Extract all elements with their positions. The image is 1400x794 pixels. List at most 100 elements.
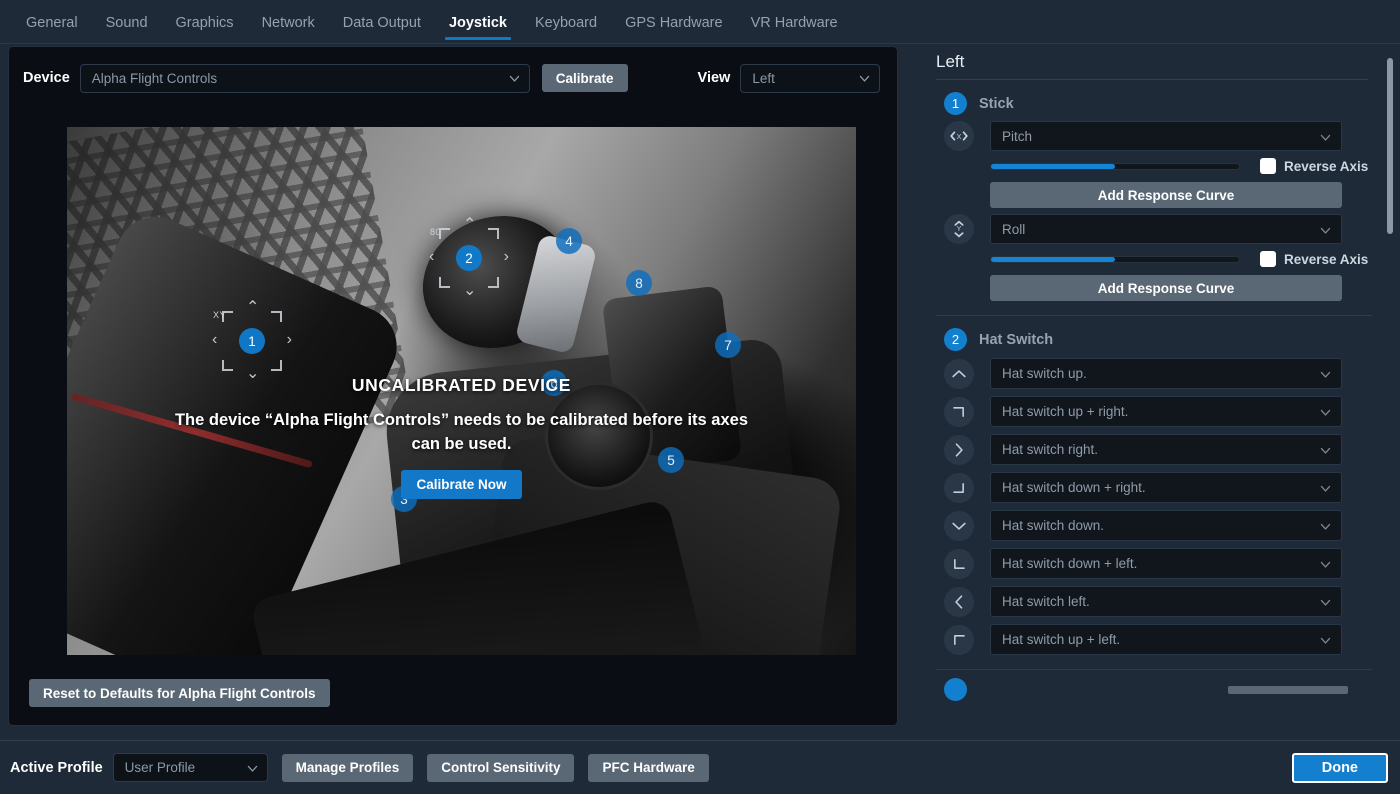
reset-to-defaults-button[interactable]: Reset to Defaults for Alpha Flight Contr… [29, 679, 330, 707]
chevron-down-icon [1319, 444, 1332, 457]
photo-marker-4[interactable]: 4 [556, 228, 582, 254]
hat-binding-row: Hat switch down + right. [944, 472, 1400, 503]
photo-marker-8[interactable]: 8 [626, 270, 652, 296]
panel-scrollbar[interactable] [1387, 58, 1393, 718]
tab-data-output[interactable]: Data Output [329, 15, 435, 43]
tab-network[interactable]: Network [248, 15, 329, 43]
chevron-down-icon [1319, 224, 1332, 237]
photo-axis-marker-1[interactable]: ⌃ ⌄ ‹ › XY 1 [209, 298, 295, 384]
add-response-curve-button[interactable]: Add Response Curve [990, 275, 1342, 301]
axis-value-slider[interactable] [990, 255, 1240, 263]
panel-scrollbar-thumb[interactable] [1387, 58, 1393, 234]
bindings-list: 1 Stick X Pitch Reverse Axis Add Response Cur… [928, 92, 1400, 701]
device-select[interactable]: Alpha Flight Controls [79, 63, 530, 93]
hat-function-select[interactable]: Hat switch up + left. [990, 624, 1342, 655]
photo-marker-5[interactable]: 5 [658, 447, 684, 473]
axis-function-select[interactable]: Pitch [990, 121, 1342, 151]
hat-function-select[interactable]: Hat switch right. [990, 434, 1342, 465]
pfc-hardware-button[interactable]: PFC Hardware [588, 753, 709, 782]
hat-function-value: Hat switch right. [1002, 442, 1099, 457]
corner-down-right-icon [944, 472, 974, 503]
hat-function-value: Hat switch up + right. [1002, 404, 1129, 419]
device-selection-row: Device Alpha Flight Controls Calibrate V… [9, 47, 899, 109]
marker-corner-icon [488, 228, 499, 239]
axis-binding-row: Y Roll [944, 214, 1400, 244]
device-label: Device [23, 70, 70, 86]
corner-down-left-icon [944, 548, 974, 579]
view-select[interactable]: Left [740, 63, 881, 93]
marker-arrow-right-icon: › [286, 331, 292, 348]
view-select-value: Left [752, 70, 775, 86]
device-select-value: Alpha Flight Controls [91, 70, 218, 86]
axis-value-fill [991, 256, 1115, 262]
hat-binding-row: Hat switch up. [944, 358, 1400, 389]
control-sensitivity-button[interactable]: Control Sensitivity [427, 753, 575, 782]
bindings-panel: Left 1 Stick X Pitch Reverse Axis Add Respons… [928, 44, 1400, 738]
axis-x-icon: X [944, 121, 974, 151]
tab-gps-hardware[interactable]: GPS Hardware [611, 15, 737, 43]
photo-marker-number[interactable]: 1 [239, 328, 265, 354]
chevron-down-icon [1319, 520, 1332, 533]
tab-vr-hardware[interactable]: VR Hardware [737, 15, 852, 43]
marker-arrow-left-icon: ‹ [212, 331, 218, 348]
reverse-axis-checkbox[interactable] [1260, 251, 1276, 267]
joystick-config-card: Device Alpha Flight Controls Calibrate V… [8, 46, 898, 726]
chevron-down-icon [944, 510, 974, 541]
hat-function-select[interactable]: Hat switch up + right. [990, 396, 1342, 427]
axis-function-select[interactable]: Roll [990, 214, 1342, 244]
axis-value-fill [991, 163, 1115, 169]
axis-function-value: Roll [1002, 221, 1026, 237]
hat-function-value: Hat switch left. [1002, 594, 1090, 609]
tab-general[interactable]: General [12, 15, 92, 43]
marker-axis-tag: 80 [430, 227, 442, 237]
reverse-axis-checkbox[interactable] [1260, 158, 1276, 174]
corner-up-left-icon [944, 624, 974, 655]
manage-profiles-button[interactable]: Manage Profiles [281, 753, 414, 782]
corner-up-right-icon [944, 396, 974, 427]
section-header-clipped [944, 678, 1400, 701]
add-response-curve-button[interactable]: Add Response Curve [990, 182, 1342, 208]
axis-value-row: Reverse Axis [990, 158, 1368, 174]
settings-tab-bar: General Sound Graphics Network Data Output Jo… [0, 0, 1400, 44]
hat-function-select[interactable]: Hat switch down + left. [990, 548, 1342, 579]
calibrate-button[interactable]: Calibrate [541, 64, 628, 92]
section-divider [936, 315, 1372, 316]
photo-axis-marker-2[interactable]: ⌃ ⌄ ‹ › 80 2 [426, 215, 512, 301]
hat-binding-row: Hat switch up + right. [944, 396, 1400, 427]
tab-graphics[interactable]: Graphics [162, 15, 248, 43]
section-title: Stick [979, 95, 1014, 112]
hat-function-select[interactable]: Hat switch left. [990, 586, 1342, 617]
chevron-down-icon [1319, 131, 1332, 144]
calibrate-now-button[interactable]: Calibrate Now [401, 470, 522, 499]
hat-function-value: Hat switch down + right. [1002, 480, 1146, 495]
svg-text:Y: Y [957, 224, 962, 233]
chevron-down-icon [1319, 406, 1332, 419]
hat-binding-row: Hat switch right. [944, 434, 1400, 465]
hat-function-select[interactable]: Hat switch down. [990, 510, 1342, 541]
tab-joystick[interactable]: Joystick [435, 15, 521, 43]
active-profile-label: Active Profile [10, 759, 103, 776]
done-button[interactable]: Done [1291, 753, 1388, 783]
photo-wheel [545, 382, 653, 490]
marker-corner-icon [488, 277, 499, 288]
tab-keyboard[interactable]: Keyboard [521, 15, 611, 43]
device-photo-image [67, 127, 856, 655]
axis-y-icon: Y [944, 214, 974, 244]
hat-binding-row: Hat switch down. [944, 510, 1400, 541]
photo-marker-6[interactable]: 6 [541, 370, 567, 396]
hat-binding-row: Hat switch left. [944, 586, 1400, 617]
active-profile-select[interactable]: User Profile [112, 753, 268, 782]
clipped-button-peek [1228, 685, 1348, 694]
svg-text:X: X [957, 132, 962, 141]
photo-marker-number[interactable]: 2 [456, 245, 482, 271]
divider [936, 79, 1368, 80]
marker-corner-icon [271, 360, 282, 371]
hat-binding-row: Hat switch up + left. [944, 624, 1400, 655]
photo-marker-7[interactable]: 7 [715, 332, 741, 358]
marker-corner-icon [222, 360, 233, 371]
hat-function-select[interactable]: Hat switch down + right. [990, 472, 1342, 503]
hat-function-select[interactable]: Hat switch up. [990, 358, 1342, 389]
tab-sound[interactable]: Sound [92, 15, 162, 43]
axis-value-slider[interactable] [990, 162, 1240, 170]
marker-corner-icon [271, 311, 282, 322]
